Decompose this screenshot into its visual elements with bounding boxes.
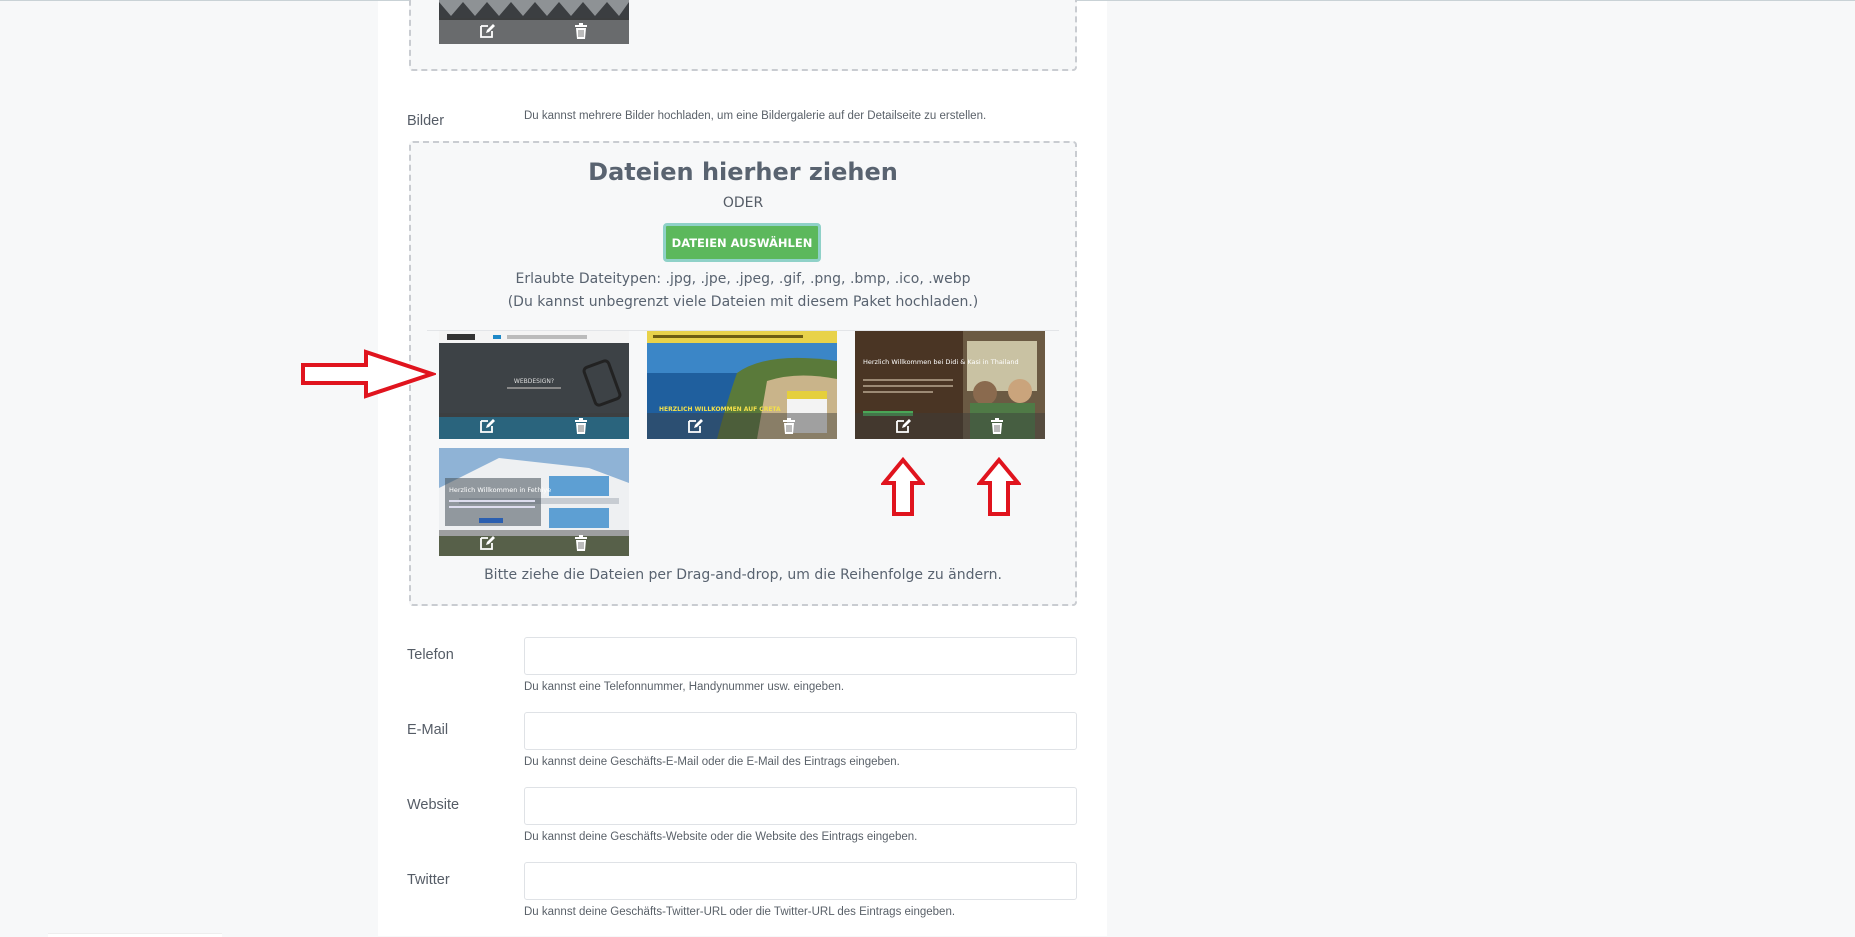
trash-icon[interactable]: [572, 534, 590, 552]
annotation-arrow-up-icon: [977, 457, 1021, 516]
reorder-note: Bitte ziehe die Dateien per Drag-and-dro…: [484, 567, 1002, 583]
email-label: E-Mail: [407, 722, 449, 738]
thumb-2-title: HERZLICH WILLKOMMEN AUF CRETA: [659, 406, 781, 413]
or-text: ODER: [722, 195, 764, 211]
telefon-label: Telefon: [407, 647, 454, 663]
email-hint: Du kannst deine Geschäfts-E-Mail oder di…: [524, 756, 900, 768]
bilder-label: Bilder: [407, 113, 445, 129]
edit-icon[interactable]: [478, 534, 496, 552]
bilder-hint: Du kannst mehrere Bilder hochladen, um e…: [524, 110, 987, 122]
trash-icon[interactable]: [780, 417, 798, 435]
edit-icon[interactable]: [686, 417, 704, 435]
gallery-thumbnail[interactable]: Herzlich Willkommen bei Didi & Kasi in T…: [855, 331, 1045, 439]
thumb-4-title: Herzlich Willkommen in Fethiye: [449, 486, 551, 494]
trash-icon[interactable]: [988, 417, 1006, 435]
gallery-thumbnail[interactable]: HERZLICH WILLKOMMEN AUF CRETA: [647, 331, 837, 439]
gallery-thumbnail[interactable]: WEBDESIGN?: [439, 331, 629, 439]
logo-thumbnail[interactable]: [439, 0, 629, 44]
dropzone-title: Dateien hierher ziehen: [588, 158, 898, 186]
thumb-3-title: Herzlich Willkommen bei Didi & Kasi in T…: [863, 358, 1019, 366]
thumbnail-action-bar: [647, 413, 837, 439]
telefon-hint: Du kannst eine Telefonnummer, Handynumme…: [524, 681, 845, 693]
website-input[interactable]: [524, 787, 1077, 825]
website-hint: Du kannst deine Geschäfts-Website oder d…: [524, 831, 918, 843]
thumbnail-action-bar: [439, 413, 629, 439]
thumbnail-action-bar: [855, 413, 1045, 439]
website-label: Website: [407, 797, 460, 813]
annotation-arrow-up-icon: [881, 457, 925, 516]
allowed-filetypes: Erlaubte Dateitypen: .jpg, .jpe, .jpeg, …: [515, 271, 971, 287]
twitter-label: Twitter: [407, 872, 450, 888]
email-input[interactable]: [524, 712, 1077, 750]
annotation-arrow-right-icon: [301, 349, 436, 399]
select-files-button[interactable]: DATEIEN AUSWÄHLEN: [663, 223, 821, 262]
thumb-1-title: WEBDESIGN?: [514, 378, 554, 385]
edit-icon[interactable]: [894, 417, 912, 435]
telefon-input[interactable]: [524, 637, 1077, 675]
trash-icon[interactable]: [572, 417, 590, 435]
edit-icon[interactable]: [478, 22, 496, 40]
bottom-edge: [48, 933, 222, 937]
upload-limit-note: (Du kannst unbegrenzt viele Dateien mit …: [507, 294, 979, 310]
twitter-hint: Du kannst deine Geschäfts-Twitter-URL od…: [524, 906, 956, 918]
thumbnail-action-bar: [439, 530, 629, 556]
gallery-thumbnail[interactable]: Herzlich Willkommen in Fethiye: [439, 448, 629, 556]
trash-icon[interactable]: [572, 22, 590, 40]
thumbnail-action-bar: [439, 18, 629, 44]
edit-icon[interactable]: [478, 417, 496, 435]
twitter-input[interactable]: [524, 862, 1077, 900]
